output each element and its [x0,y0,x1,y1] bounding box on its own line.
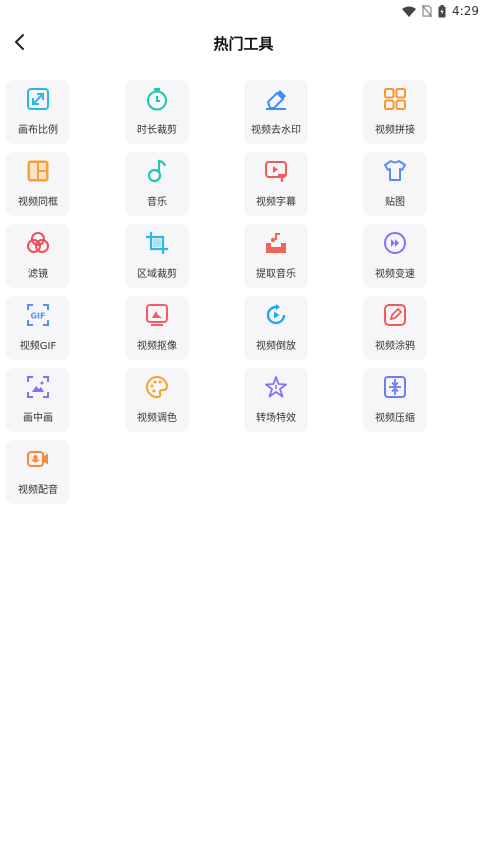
portrait-cutout-icon [144,302,170,328]
back-button[interactable] [6,28,34,56]
tool-area-crop[interactable]: 区域裁剪 [125,224,189,288]
tool-video-color-grade[interactable]: 视频调色 [125,368,189,432]
tool-trim-duration[interactable]: 时长裁剪 [125,80,189,144]
tool-label: 视频拼接 [375,125,415,136]
tool-video-doodle[interactable]: 视频涂鸦 [363,296,427,360]
tool-label: 提取音乐 [256,269,296,280]
filter-circles-icon [25,230,51,256]
header: 热门工具 [0,22,487,64]
tool-label: 视频配音 [18,485,58,496]
status-time: 4:29 [452,4,479,18]
battery-icon [438,4,446,18]
tool-filter[interactable]: 滤镜 [6,224,70,288]
fast-forward-icon [382,230,408,256]
star-sparkle-icon [263,374,289,400]
resize-icon [25,86,51,112]
pencil-icon [382,302,408,328]
tool-video-compress[interactable]: 视频压缩 [363,368,427,432]
tool-label: 画布比例 [18,125,58,136]
crop-icon [144,230,170,256]
tool-label: 视频字幕 [256,197,296,208]
tool-video-matting[interactable]: 视频抠像 [125,296,189,360]
tool-label: 区域裁剪 [137,269,177,280]
grid-tiles-icon [382,86,408,112]
wifi-icon [402,6,417,17]
tool-video-gif[interactable]: GIF 视频GIF [6,296,70,360]
chevron-left-icon [15,34,24,50]
gif-icon: GIF [25,302,51,328]
tool-music[interactable]: 音乐 [125,152,189,216]
tool-label: 视频变速 [375,269,415,280]
microphone-camera-icon [25,446,51,472]
tool-label: 贴图 [385,197,405,208]
tool-label: 视频同框 [18,197,58,208]
tool-label: 视频GIF [19,341,57,352]
extract-music-icon [263,230,289,256]
palette-icon [144,374,170,400]
tshirt-icon [382,158,408,184]
tool-label: 视频涂鸦 [375,341,415,352]
tool-video-same-frame[interactable]: 视频同框 [6,152,70,216]
tool-canvas-ratio[interactable]: 画布比例 [6,80,70,144]
subtitle-icon [263,158,289,184]
tool-label: 视频调色 [137,413,177,424]
tool-video-splice[interactable]: 视频拼接 [363,80,427,144]
svg-text:GIF: GIF [30,312,45,321]
tool-label: 时长裁剪 [137,125,177,136]
tool-label: 转场特效 [256,413,296,424]
tool-video-dubbing[interactable]: 视频配音 [6,440,70,504]
picture-in-picture-icon [25,374,51,400]
tool-transition-effects[interactable]: 转场特效 [244,368,308,432]
eraser-icon [263,86,289,112]
tool-label: 画中画 [23,413,53,424]
status-bar: 4:29 [0,0,487,22]
stopwatch-icon [144,86,170,112]
no-sim-icon [422,5,433,17]
tool-label: 音乐 [147,197,167,208]
tool-video-reverse[interactable]: 视频倒放 [244,296,308,360]
tool-picture-in-picture[interactable]: 画中画 [6,368,70,432]
tool-video-speed[interactable]: 视频变速 [363,224,427,288]
tools-grid: 画布比例 时长裁剪 视频去水印 视频拼接 视频同框 音乐 视频字幕 贴图 滤镜 … [6,80,427,504]
page-title: 热门工具 [213,34,274,53]
tool-remove-watermark[interactable]: 视频去水印 [244,80,308,144]
tool-extract-music[interactable]: 提取音乐 [244,224,308,288]
tool-sticker[interactable]: 贴图 [363,152,427,216]
split-layout-icon [25,158,51,184]
tool-label: 视频压缩 [375,413,415,424]
tool-video-subtitle[interactable]: 视频字幕 [244,152,308,216]
tool-label: 滤镜 [28,269,48,280]
music-note-icon [144,158,170,184]
tool-label: 视频抠像 [137,341,177,352]
compress-icon [382,374,408,400]
reverse-play-icon [263,302,289,328]
tool-label: 视频去水印 [251,125,301,136]
tool-label: 视频倒放 [256,341,296,352]
